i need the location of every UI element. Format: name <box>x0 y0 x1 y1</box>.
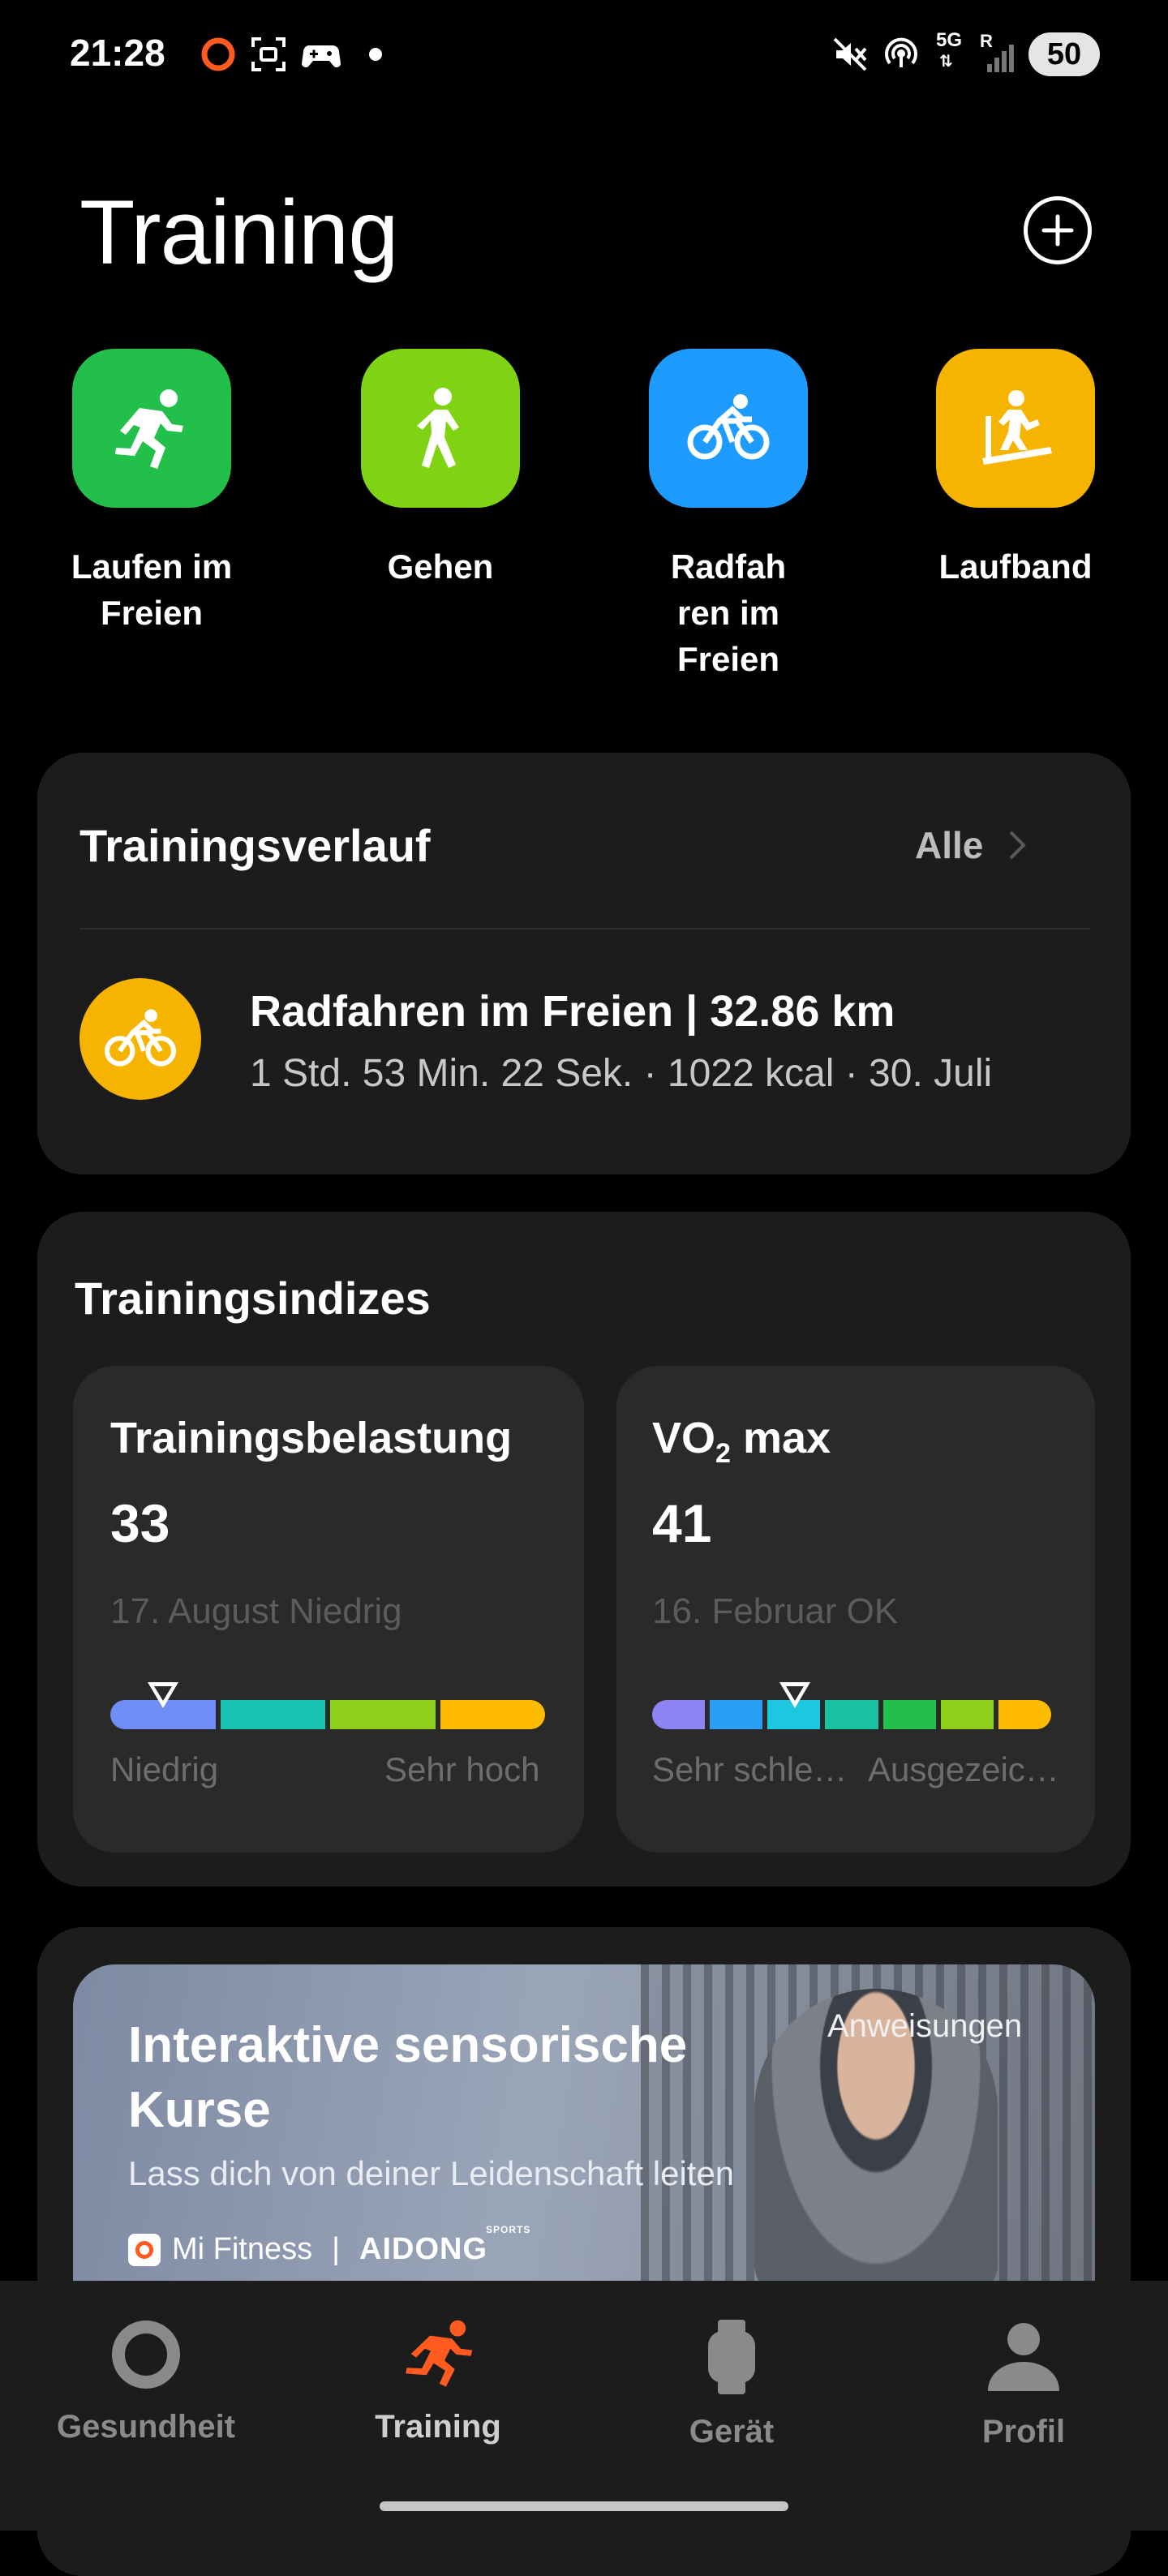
banner-title-line: Kurse <box>128 2082 271 2138</box>
vo2max-title-main: VO <box>652 1414 716 1462</box>
bar-segment <box>330 1700 436 1729</box>
history-item-icon[interactable] <box>79 978 201 1100</box>
vo2max-title-rest: max <box>730 1414 831 1462</box>
bar-segment <box>710 1700 763 1729</box>
quick-activity-walking[interactable]: Gehen <box>331 349 550 590</box>
add-workout-button[interactable] <box>1024 196 1092 264</box>
training-load-value: 33 <box>110 1493 170 1553</box>
person-icon <box>988 2323 1059 2391</box>
banner-title: Interaktive sensorische Kurse <box>128 2013 687 2143</box>
recording-icon <box>198 36 238 73</box>
quick-activity-label: Laufband <box>938 547 1093 586</box>
banner-brand: Mi Fitness | SPORTS AIDONG <box>128 2224 530 2267</box>
nav-label: Profil <box>981 2414 1066 2449</box>
watch-icon <box>708 2320 755 2394</box>
history-item-title[interactable]: Radfahren im Freien | 32.86 km <box>250 986 895 1037</box>
banner-title-line: Interaktive sensorische <box>128 2017 688 2073</box>
vo2max-range-low: Sehr schle… <box>652 1750 848 1788</box>
training-load-date: 17. August Niedrig <box>110 1591 402 1631</box>
chevron-right-icon <box>1009 831 1027 860</box>
bar-segment <box>440 1700 545 1729</box>
game-controller-icon <box>298 36 344 73</box>
signal-icon <box>983 39 1017 76</box>
training-load-range-low: Niedrig <box>110 1750 219 1788</box>
vo2max-value: 41 <box>652 1493 712 1553</box>
screenshot-icon <box>248 36 289 73</box>
brand-separator: | <box>332 2232 341 2266</box>
vo2max-title-sub: 2 <box>715 1437 731 1469</box>
brand-name: Mi Fitness <box>172 2232 313 2266</box>
vo2max-range-high: Ausgezeic… <box>868 1750 1059 1788</box>
dot-icon <box>365 36 386 73</box>
bar-segment <box>998 1700 1051 1729</box>
history-item-details: 1 Std. 53 Min. 22 Sek. · 1022 kcal · 30.… <box>250 1052 993 1095</box>
banner-subtitle: Lass dich von deiner Leidenschaft leiten <box>128 2154 735 2192</box>
mute-icon <box>831 36 870 73</box>
network-type: 5G <box>936 29 963 51</box>
treadmill-icon <box>936 349 1095 508</box>
cycling-icon <box>649 349 808 508</box>
training-load-marker-icon <box>144 1679 182 1717</box>
vo2max-date: 16. Februar OK <box>652 1591 899 1631</box>
battery-indicator: 50 <box>1028 32 1100 76</box>
divider <box>79 928 1090 930</box>
quick-activity-label: Radfah ren im Freien <box>670 547 787 678</box>
mi-fitness-logo-icon <box>128 2233 161 2266</box>
partner-name: AIDONG <box>359 2232 488 2266</box>
quick-activity-running[interactable]: Laufen im Freien <box>42 349 261 636</box>
partner-small: SPORTS <box>486 2224 531 2235</box>
quick-activity-treadmill[interactable]: Laufband <box>906 349 1125 590</box>
bar-segment <box>940 1700 994 1729</box>
see-all-label: Alle <box>915 824 984 866</box>
quick-activity-label: Laufen im Freien <box>71 547 233 632</box>
training-load-title: Trainingsbelastung <box>110 1414 513 1462</box>
nav-item-gesundheit[interactable]: Gesundheit <box>24 2318 268 2445</box>
cycling-icon <box>104 1009 177 1067</box>
vo2max-title: VO2 max <box>652 1413 831 1470</box>
quick-activity-cycling[interactable]: Radfah ren im Freien <box>619 349 838 682</box>
hotspot-icon <box>881 36 921 73</box>
training-load-range-high: Sehr hoch <box>384 1750 540 1788</box>
page-title: Training <box>79 182 398 283</box>
running-icon <box>72 349 231 508</box>
bar-segment <box>825 1700 878 1729</box>
vo2max-marker-icon <box>776 1679 814 1717</box>
quick-activity-label: Gehen <box>387 547 494 586</box>
running-icon <box>406 2320 473 2387</box>
status-time: 21:28 <box>70 32 165 74</box>
banner-tag: Anweisungen <box>827 2008 1023 2044</box>
vo2max-bar <box>652 1700 1051 1729</box>
ring-icon <box>112 2321 180 2389</box>
courses-banner[interactable]: Interaktive sensorische Kurse Lass dich … <box>73 1964 1095 2289</box>
plus-circle-icon <box>1041 214 1074 247</box>
nav-item-geraet[interactable]: Gerät <box>610 2318 853 2450</box>
partner-logo: SPORTS AIDONG <box>359 2224 530 2267</box>
training-history-title: Trainingsverlauf <box>79 820 431 871</box>
data-arrows-icon: ⇅ <box>939 53 953 71</box>
nav-item-training[interactable]: Training <box>316 2318 560 2445</box>
bar-segment <box>652 1700 706 1729</box>
nav-label: Training <box>375 2409 501 2445</box>
training-history-card <box>37 753 1131 1174</box>
bar-segment <box>882 1700 936 1729</box>
nav-label: Gerät <box>689 2414 775 2449</box>
nav-label: Gesundheit <box>56 2409 236 2445</box>
training-indices-title: Trainingsindizes <box>75 1273 431 1324</box>
bar-segment <box>220 1700 325 1729</box>
home-indicator[interactable] <box>380 2501 788 2511</box>
nav-item-profil[interactable]: Profil <box>902 2318 1145 2450</box>
see-all-link[interactable]: Alle <box>915 823 1027 867</box>
walking-icon <box>361 349 520 508</box>
